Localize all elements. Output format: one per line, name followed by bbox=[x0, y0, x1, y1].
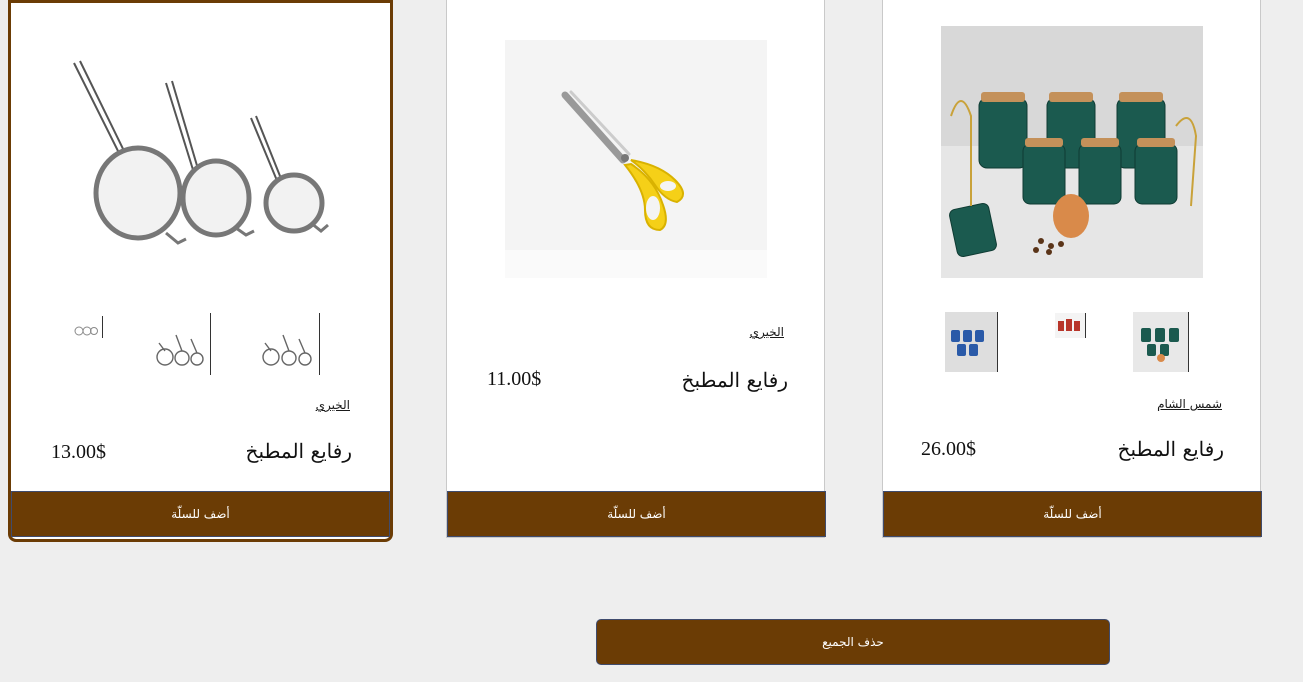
thumbnail-2[interactable] bbox=[154, 313, 211, 375]
thumbnail-1[interactable] bbox=[1133, 312, 1189, 372]
product-name: رفايع المطبخ bbox=[245, 439, 352, 463]
product-name: رفايع المطبخ bbox=[681, 368, 788, 392]
product-price: 26.00$ bbox=[921, 438, 976, 460]
seller-link[interactable]: الخيري bbox=[750, 325, 784, 339]
product-card: الخيري رفايع المطبخ 11.00$ أضف للسلّة bbox=[446, 0, 826, 538]
clear-all-button[interactable]: حذف الجميع bbox=[596, 619, 1110, 665]
thumbnail-2[interactable] bbox=[1055, 313, 1086, 338]
product-card: الخيري رفايع المطبخ 13.00$ أضف للسلّة bbox=[8, 0, 393, 542]
add-to-cart-button[interactable]: أضف للسلّة bbox=[883, 491, 1262, 537]
seller-link[interactable]: شمس الشام bbox=[1157, 397, 1222, 411]
thumbnail-3[interactable] bbox=[945, 312, 998, 372]
seller-link[interactable]: الخيري bbox=[316, 398, 350, 412]
thumbnail-1[interactable] bbox=[259, 313, 320, 375]
product-price: 11.00$ bbox=[487, 368, 542, 390]
spice-jars-image[interactable] bbox=[941, 26, 1203, 278]
product-price: 13.00$ bbox=[51, 441, 106, 463]
add-to-cart-button[interactable]: أضف للسلّة bbox=[447, 491, 826, 537]
product-name: رفايع المطبخ bbox=[1117, 437, 1224, 461]
strainer-set-image[interactable] bbox=[66, 43, 336, 253]
product-card: شمس الشام رفايع المطبخ 26.00$ أضف للسلّة bbox=[882, 0, 1262, 538]
add-to-cart-button[interactable]: أضف للسلّة bbox=[11, 491, 390, 537]
scissors-image[interactable] bbox=[505, 40, 767, 278]
thumbnail-3[interactable] bbox=[72, 316, 103, 338]
